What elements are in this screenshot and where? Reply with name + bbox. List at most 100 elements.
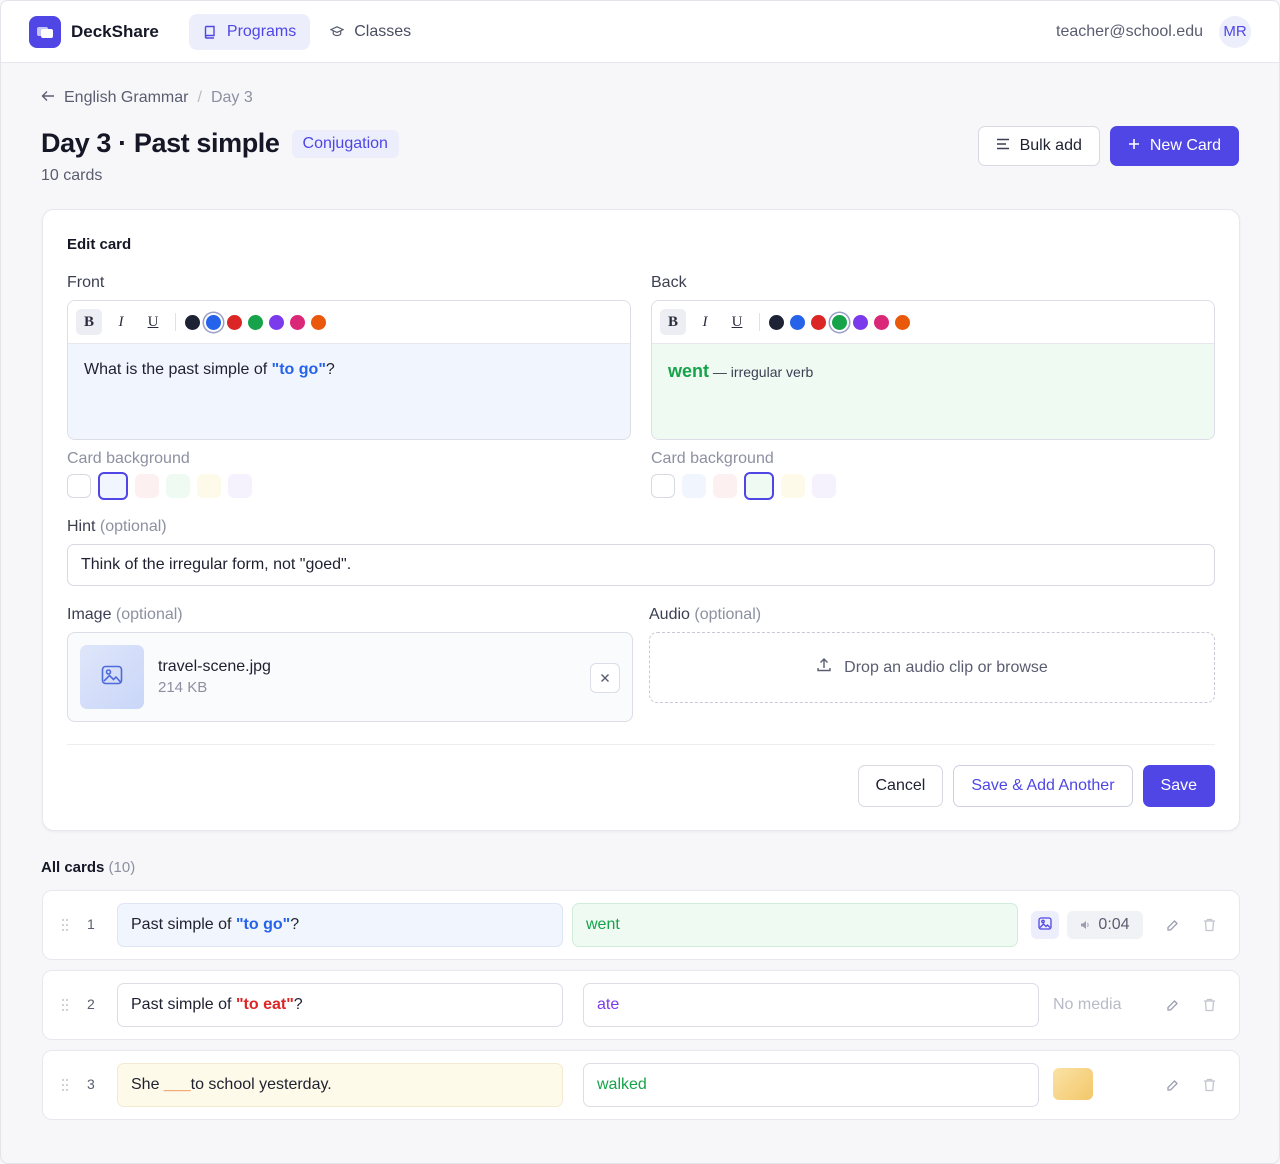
- background-color-swatch[interactable]: [713, 474, 737, 498]
- drag-handle-icon[interactable]: [61, 1078, 69, 1092]
- background-color-swatch[interactable]: [98, 472, 128, 500]
- app-window: DeckShare Programs Classes teacher@schoo…: [0, 0, 1280, 1164]
- background-color-swatch[interactable]: [166, 474, 190, 498]
- audio-drop-zone[interactable]: Drop an audio clip or browse: [649, 632, 1215, 703]
- bulk-add-label: Bulk add: [1019, 137, 1082, 154]
- row-front-blank: ___: [163, 1076, 191, 1093]
- text-color-swatch[interactable]: [853, 314, 868, 330]
- bold-button[interactable]: B: [76, 309, 102, 335]
- background-color-swatch[interactable]: [682, 474, 706, 498]
- text-color-swatch[interactable]: [895, 314, 910, 330]
- row-back[interactable]: went: [572, 903, 1018, 947]
- front-text-area[interactable]: What is the past simple of "to go"?: [68, 344, 630, 439]
- all-cards-title: All cards: [41, 859, 105, 876]
- text-color-swatch[interactable]: [206, 314, 221, 330]
- background-color-swatch[interactable]: [781, 474, 805, 498]
- italic-button[interactable]: I: [692, 309, 718, 335]
- list-item[interactable]: 1 Past simple of "to go"? went 0:04: [42, 890, 1240, 960]
- row-front-text: She: [131, 1076, 160, 1093]
- breadcrumb-parent[interactable]: English Grammar: [64, 89, 188, 107]
- row-number: 2: [87, 996, 95, 1012]
- plus-icon: [1128, 137, 1140, 155]
- nav-programs[interactable]: Programs: [188, 13, 311, 50]
- image-attachment-chip[interactable]: [1031, 911, 1059, 939]
- background-color-swatch[interactable]: [744, 472, 774, 500]
- back-text-area[interactable]: went — irregular verb: [652, 344, 1214, 439]
- text-color-swatch[interactable]: [185, 314, 200, 330]
- edit-icon[interactable]: [1163, 916, 1181, 934]
- app-name: DeckShare: [71, 21, 159, 41]
- bold-button[interactable]: B: [660, 309, 686, 335]
- top-bar: DeckShare Programs Classes teacher@schoo…: [1, 1, 1279, 63]
- remove-image-button[interactable]: [590, 663, 620, 693]
- toolbar-divider: [759, 313, 760, 331]
- hint-label: Hint (optional): [67, 518, 167, 536]
- text-color-swatch[interactable]: [227, 314, 242, 330]
- list-item[interactable]: 2 Past simple of "to eat"? ate No media: [42, 970, 1240, 1040]
- background-color-swatch[interactable]: [651, 474, 675, 498]
- row-front-text: Past simple of: [131, 996, 232, 1013]
- save-and-add-another-button[interactable]: Save & Add Another: [953, 765, 1133, 807]
- text-color-swatch[interactable]: [248, 314, 263, 330]
- image-thumbnail[interactable]: [1053, 1068, 1093, 1100]
- trash-icon[interactable]: [1200, 996, 1218, 1014]
- image-attachment: travel-scene.jpg 214 KB: [67, 632, 633, 722]
- text-color-swatch[interactable]: [269, 314, 284, 330]
- drag-handle-icon[interactable]: [61, 918, 69, 932]
- background-color-swatch[interactable]: [228, 474, 252, 498]
- new-card-button[interactable]: New Card: [1109, 126, 1239, 166]
- cancel-button[interactable]: Cancel: [857, 765, 944, 807]
- audio-label-text: Audio: [649, 606, 690, 623]
- hint-input[interactable]: [67, 544, 1215, 586]
- audio-chip[interactable]: 0:04: [1067, 911, 1143, 939]
- row-front[interactable]: Past simple of "to go"?: [117, 903, 563, 947]
- edit-icon[interactable]: [1163, 996, 1181, 1014]
- panel-title: Edit card: [67, 236, 132, 253]
- image-icon: [1038, 916, 1052, 934]
- edit-icon[interactable]: [1163, 1076, 1181, 1094]
- italic-button[interactable]: I: [108, 309, 134, 335]
- audio-drop-text: Drop an audio clip or browse: [844, 658, 1048, 676]
- book-icon: [203, 25, 217, 39]
- text-color-swatch[interactable]: [832, 314, 847, 330]
- background-color-swatch[interactable]: [135, 474, 159, 498]
- text-color-swatch[interactable]: [769, 314, 784, 330]
- text-color-swatch[interactable]: [874, 314, 889, 330]
- all-cards-heading: All cards (10): [41, 859, 135, 876]
- toolbar-divider: [175, 313, 176, 331]
- row-front[interactable]: She ___ to school yesterday.: [117, 1063, 563, 1107]
- row-back[interactable]: ate: [583, 983, 1039, 1027]
- nav-classes[interactable]: Classes: [316, 14, 425, 50]
- image-label: Image (optional): [67, 606, 183, 624]
- background-color-swatch[interactable]: [67, 474, 91, 498]
- audio-optional: (optional): [694, 606, 762, 623]
- text-color-swatch[interactable]: [811, 314, 826, 330]
- edit-card-panel: Edit card Front Back B I U What is the p…: [42, 209, 1240, 831]
- front-background-swatches: [67, 472, 252, 500]
- hint-label-text: Hint: [67, 518, 96, 535]
- bulk-add-button[interactable]: Bulk add: [977, 126, 1100, 166]
- no-media-text: No media: [1053, 996, 1122, 1013]
- save-button[interactable]: Save: [1142, 765, 1215, 807]
- drag-handle-icon[interactable]: [61, 998, 69, 1012]
- deck-logo-icon: [29, 15, 61, 48]
- back-text-colors: [769, 314, 910, 330]
- background-color-swatch[interactable]: [812, 474, 836, 498]
- underline-button[interactable]: U: [724, 309, 750, 335]
- list-item[interactable]: 3 She ___ to school yesterday. walked: [42, 1050, 1240, 1120]
- underline-button[interactable]: U: [140, 309, 166, 335]
- back-arrow-icon[interactable]: [41, 89, 55, 107]
- row-back[interactable]: walked: [583, 1063, 1039, 1107]
- text-color-swatch[interactable]: [790, 314, 805, 330]
- background-color-swatch[interactable]: [197, 474, 221, 498]
- text-color-swatch[interactable]: [290, 314, 305, 330]
- row-front[interactable]: Past simple of "to eat"?: [117, 983, 563, 1027]
- trash-icon[interactable]: [1200, 1076, 1218, 1094]
- user-email: teacher@school.edu: [1056, 22, 1203, 40]
- text-color-swatch[interactable]: [311, 314, 326, 330]
- avatar[interactable]: MR: [1219, 15, 1251, 48]
- trash-icon[interactable]: [1200, 916, 1218, 934]
- logo[interactable]: DeckShare: [29, 15, 159, 48]
- front-toolbar: B I U: [68, 301, 630, 344]
- row-number: 1: [87, 916, 95, 932]
